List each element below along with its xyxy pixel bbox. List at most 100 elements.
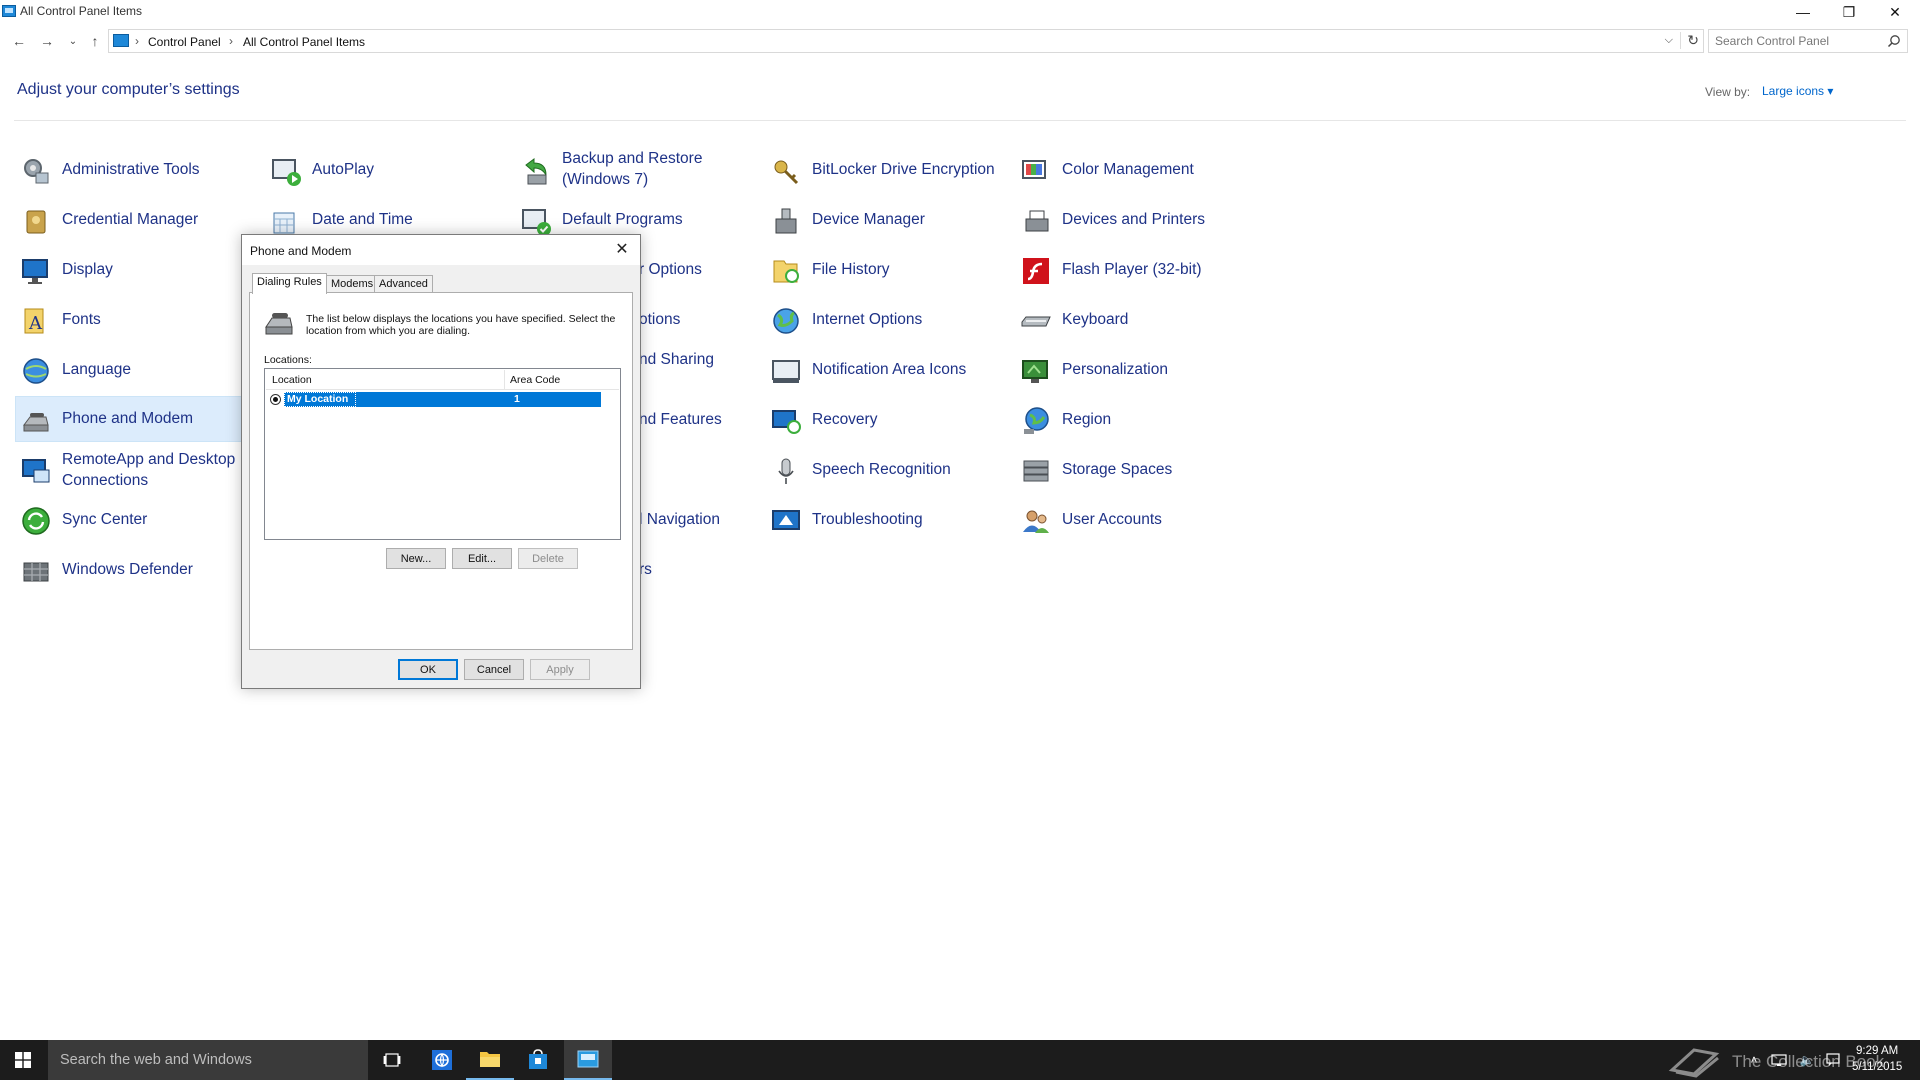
file-explorer-icon [480, 1052, 500, 1067]
tab-modems[interactable]: Modems [326, 275, 379, 293]
item-personalization[interactable]: Personalization [1016, 347, 1256, 393]
item-internet-options[interactable]: Internet Options [766, 297, 1006, 343]
item-label: Phone and Modem [62, 410, 193, 427]
default-location-radio[interactable] [270, 394, 281, 405]
item-label: User Accounts [1062, 511, 1162, 528]
recent-locations-chevron-icon[interactable]: ⌄ [62, 30, 84, 52]
ok-button[interactable]: OK [398, 659, 458, 680]
address-box[interactable]: › Control Panel › All Control Panel Item… [108, 29, 1704, 53]
item-keyboard[interactable]: Keyboard [1016, 297, 1256, 343]
search-box[interactable] [1708, 29, 1908, 53]
item-label: Sync Center [62, 511, 148, 528]
windows-logo-icon [15, 1052, 31, 1068]
item-label: BitLocker Drive Encryption [812, 161, 995, 178]
dialog-close-button[interactable]: ✕ [610, 238, 634, 260]
tab-advanced[interactable]: Advanced [374, 275, 433, 293]
taskbar-search-box[interactable]: Search the web and Windows [48, 1040, 368, 1080]
address-dropdown-icon[interactable]: ⌵ [1665, 34, 1673, 47]
breadcrumb-all-items[interactable]: All Control Panel Items [243, 35, 365, 49]
item-display[interactable]: Display [16, 247, 256, 293]
edit-location-button[interactable]: Edit... [452, 548, 512, 569]
locations-list[interactable]: Location Area Code My Location 1 [264, 368, 621, 540]
item-credential-manager[interactable]: Credential Manager [16, 197, 256, 243]
troubleshooting-icon [772, 510, 800, 530]
item-region[interactable]: Region [1016, 397, 1256, 443]
task-view-button[interactable] [368, 1040, 416, 1080]
item-storage-spaces[interactable]: Storage Spaces [1016, 447, 1256, 493]
item-label: Personalization [1062, 361, 1168, 378]
item-label: File History [812, 261, 890, 278]
phone-icon [265, 313, 293, 335]
column-header-location[interactable]: Location [272, 374, 312, 386]
item-sync-center[interactable]: Sync Center [16, 497, 256, 543]
tab-dialing-rules[interactable]: Dialing Rules [252, 273, 327, 294]
item-label: Administrative Tools [62, 161, 200, 178]
item-notification-area-icons[interactable]: Notification Area Icons [766, 347, 1006, 393]
item-label: Credential Manager [62, 211, 199, 228]
item-file-history[interactable]: File History [766, 247, 1006, 293]
item-label: Region [1062, 411, 1112, 428]
breadcrumb-chevron-icon: › [135, 34, 139, 48]
item-language[interactable]: Language [16, 347, 256, 393]
forward-arrow-icon[interactable]: → [36, 30, 58, 52]
item-administrative-tools[interactable]: Administrative Tools [16, 147, 256, 193]
table-row[interactable]: My Location 1 [270, 392, 607, 407]
storage-spaces-icon [1023, 460, 1049, 482]
header-divider [14, 120, 1906, 121]
page-heading: Adjust your computer’s settings [17, 81, 240, 98]
item-remoteapp[interactable]: RemoteApp and Desktop Connections [16, 448, 256, 494]
dialing-rules-panel: The list below displays the locations yo… [249, 292, 633, 650]
item-flash-player[interactable]: Flash Player (32-bit) [1016, 247, 1256, 293]
default-programs-icon [522, 209, 551, 236]
address-row: ← → ⌄ ↑ › Control Panel › All Control Pa… [0, 26, 1920, 56]
control-panel-icon [113, 34, 129, 47]
close-button[interactable]: ✕ [1872, 0, 1918, 24]
delete-location-button[interactable]: Delete [518, 548, 578, 569]
search-icon[interactable] [1887, 34, 1901, 48]
new-location-button[interactable]: New... [386, 548, 446, 569]
region-icon [1024, 407, 1049, 434]
item-autoplay[interactable]: AutoPlay [266, 147, 506, 193]
cancel-button[interactable]: Cancel [464, 659, 524, 680]
back-arrow-icon[interactable]: ← [8, 30, 30, 52]
search-input[interactable] [1713, 33, 1878, 49]
taskbar-browser-button[interactable] [418, 1040, 466, 1080]
taskbar-control-panel-button[interactable] [564, 1040, 612, 1080]
taskbar-store-button[interactable] [514, 1040, 562, 1080]
start-button[interactable] [0, 1040, 46, 1080]
microphone-icon [778, 458, 794, 484]
notification-area-icons-icon [772, 360, 800, 383]
item-label: Notification Area Icons [812, 361, 967, 378]
personalization-icon [1022, 360, 1048, 383]
item-troubleshooting[interactable]: Troubleshooting [766, 497, 1006, 543]
minimize-button[interactable]: — [1780, 0, 1826, 24]
display-icon [22, 259, 48, 284]
internet-options-icon [773, 308, 799, 334]
item-label: Storage Spaces [1062, 461, 1173, 478]
up-arrow-icon[interactable]: ↑ [84, 30, 106, 52]
view-by-dropdown[interactable]: Large icons ▾ [1762, 84, 1833, 98]
restore-button[interactable]: ❐ [1826, 0, 1872, 24]
item-backup-and-restore[interactable]: Backup and Restore (Windows 7) [516, 147, 756, 193]
refresh-icon[interactable]: ↻ [1680, 32, 1699, 49]
watermark-text: The Collection Book [1732, 1052, 1885, 1071]
item-devices-and-printers[interactable]: Devices and Printers [1016, 197, 1256, 243]
breadcrumb-control-panel[interactable]: Control Panel [148, 35, 221, 49]
column-header-area-code[interactable]: Area Code [510, 374, 560, 386]
item-label-line2: (Windows 7) [562, 171, 649, 188]
item-speech-recognition[interactable]: Speech Recognition [766, 447, 1006, 493]
item-phone-and-modem[interactable]: Phone and Modem [15, 396, 255, 442]
item-user-accounts[interactable]: User Accounts [1016, 497, 1256, 543]
item-color-management[interactable]: Color Management [1016, 147, 1256, 193]
item-bitlocker[interactable]: BitLocker Drive Encryption [766, 147, 1006, 193]
item-device-manager[interactable]: Device Manager [766, 197, 1006, 243]
apply-button[interactable]: Apply [530, 659, 590, 680]
item-recovery[interactable]: Recovery [766, 397, 1006, 443]
column-divider[interactable] [504, 370, 505, 390]
taskbar-file-explorer-button[interactable] [466, 1040, 514, 1080]
item-label: r Options [639, 261, 702, 278]
control-panel-icon [577, 1050, 599, 1068]
item-fonts[interactable]: A Fonts [16, 297, 256, 343]
item-windows-defender[interactable]: Windows Defender [16, 547, 256, 593]
credential-manager-icon [26, 210, 46, 234]
